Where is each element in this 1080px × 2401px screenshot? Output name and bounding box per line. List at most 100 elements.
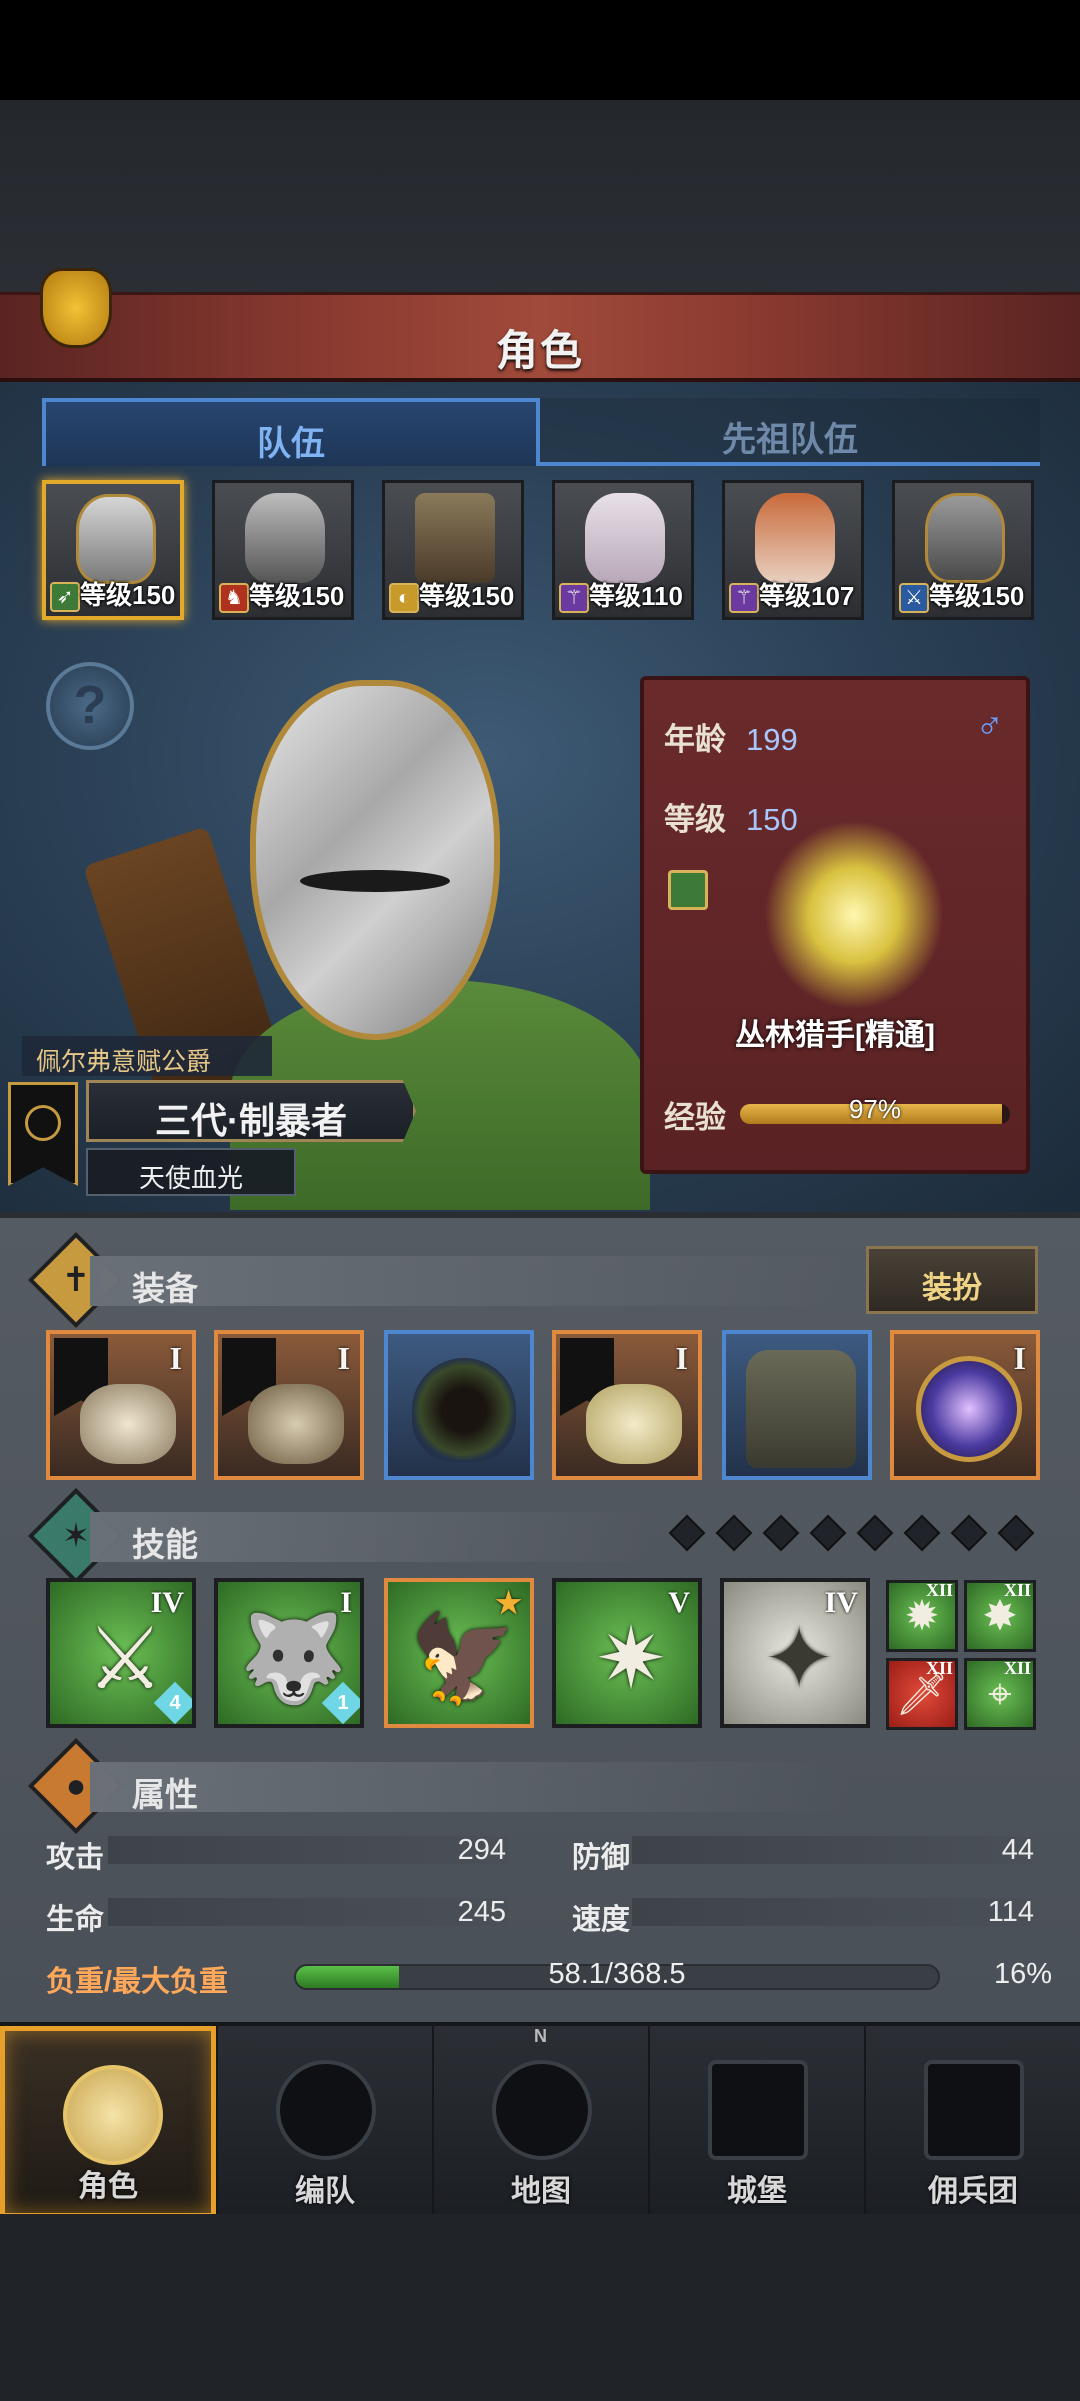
boots-item-icon <box>746 1350 856 1468</box>
formation-icon <box>276 2060 376 2160</box>
star-icon: ★ <box>495 1587 522 1620</box>
section-bar <box>90 1762 850 1812</box>
attributes-title: 属性 <box>132 1776 198 1813</box>
skill-slot-5[interactable]: ✦ IV <box>720 1578 870 1728</box>
load-label: 负重/最大负重 <box>46 1966 229 1998</box>
hero-subtitle: 天使血光 <box>86 1148 296 1196</box>
skill-point-pip <box>856 1514 894 1552</box>
passive-skill-4[interactable]: ⌖ XII <box>964 1658 1036 1730</box>
compass-map-icon <box>492 2060 592 2160</box>
orb-item-icon <box>916 1356 1022 1462</box>
roster-portrait-6[interactable]: ⚔ 等级150 <box>892 480 1034 620</box>
emblem-icon <box>25 1105 61 1141</box>
hood-item-icon <box>412 1358 516 1462</box>
tab-ancestor-team[interactable]: 先祖队伍 <box>540 398 1040 466</box>
section-bar <box>90 1256 850 1306</box>
skill-points-indicator <box>660 1514 1040 1554</box>
bottom-background <box>0 2214 1080 2401</box>
exp-percent: 97% <box>848 1094 902 1124</box>
equip-slot-helmet[interactable] <box>384 1330 534 1480</box>
skill-slot-2[interactable]: 🐺 I 1 <box>214 1578 364 1728</box>
helmet-visor <box>300 870 450 892</box>
armor-item-icon <box>586 1384 682 1464</box>
roster-portrait-3[interactable]: ◐ 等级150 <box>382 480 524 620</box>
skill-point-pip <box>715 1514 753 1552</box>
bow-class-icon <box>668 870 708 910</box>
crystal-burst-skill-icon: ✷ <box>594 1611 668 1707</box>
skill-slot-1[interactable]: ⚔ IV 4 <box>46 1578 196 1728</box>
defense-value: 44 <box>1001 1834 1034 1866</box>
level-value: 150 <box>746 802 798 837</box>
hat-warrior-portrait-icon <box>415 493 495 583</box>
equip-slot-accessory[interactable]: I <box>890 1330 1040 1480</box>
castle-icon <box>708 2060 808 2160</box>
potion-icon[interactable] <box>40 268 112 348</box>
horned-helmet-portrait-icon <box>925 493 1005 583</box>
skill-point-pip <box>997 1514 1035 1552</box>
equip-slot-boots[interactable] <box>722 1330 872 1480</box>
skill-gem-count: 4 <box>169 1692 181 1714</box>
elf-woman-portrait-icon <box>585 493 665 583</box>
speed-value: 114 <box>987 1896 1034 1928</box>
exp-label: 经验 <box>664 1100 726 1135</box>
passive-rank: XII <box>925 1580 953 1600</box>
equip-rank: I <box>675 1340 688 1376</box>
nav-formation[interactable]: 编队 <box>216 2026 432 2218</box>
passive-skill-3[interactable]: 🗡 XII <box>886 1658 958 1730</box>
equip-rank: I <box>169 1340 182 1376</box>
shield-class-icon: ◐ <box>389 583 419 613</box>
skill-rank: IV <box>824 1586 858 1619</box>
equipment-title: 装备 <box>132 1270 198 1307</box>
load-value: 58.1/368.5 <box>548 1958 686 1990</box>
roster-level: 等级150 <box>249 581 345 611</box>
helmet-art <box>250 680 500 1040</box>
roster-portrait-4[interactable]: ⚚ 等级110 <box>552 480 694 620</box>
nav-label: 地图 <box>511 2175 571 2208</box>
passive-skill-2[interactable]: ✸ XII <box>964 1580 1036 1652</box>
roster-strip: ➶ 等级150 ♞ 等级150 ◐ 等级150 ⚚ 等级110 ⚚ 等级107 … <box>42 480 1038 626</box>
nav-label: 城堡 <box>727 2175 787 2208</box>
tab-team[interactable]: 队伍 <box>42 398 540 466</box>
knight-helmet-portrait-icon <box>245 493 325 583</box>
nav-label: 编队 <box>295 2175 355 2208</box>
bottom-navigation: 角色 编队 N 地图 城堡 佣兵团 <box>0 2022 1080 2218</box>
passive-rank: XII <box>1003 1658 1031 1678</box>
equip-slot-weapon-2[interactable]: I <box>214 1330 364 1480</box>
equip-slot-armor[interactable]: I <box>552 1330 702 1480</box>
roster-level: 等级107 <box>759 581 855 611</box>
sword-class-icon: ⚔ <box>899 583 929 613</box>
nav-character[interactable]: 角色 <box>0 2026 216 2218</box>
skill-gem-badge: 4 <box>153 1681 192 1724</box>
equip-rank: I <box>1013 1340 1026 1376</box>
skill-point-pip <box>903 1514 941 1552</box>
knight-icon <box>63 2065 163 2165</box>
skill-gem-count: 1 <box>337 1692 349 1714</box>
passive-rank: XII <box>1003 1580 1031 1600</box>
dress-up-button[interactable]: 装扮 <box>866 1246 1038 1314</box>
nav-map[interactable]: N 地图 <box>432 2026 648 2218</box>
house-title: 佩尔弗意赋公爵 <box>22 1036 272 1076</box>
male-gender-icon: ♂ <box>975 704 1005 746</box>
passive-rank: XII <box>925 1658 953 1678</box>
compass-north-label: N <box>534 2026 547 2046</box>
roster-portrait-2[interactable]: ♞ 等级150 <box>212 480 354 620</box>
roster-level: 等级150 <box>929 581 1025 611</box>
skill-rank: I <box>340 1586 352 1619</box>
nav-castle[interactable]: 城堡 <box>648 2026 864 2218</box>
status-bar-area <box>0 0 1080 100</box>
nav-label: 佣兵团 <box>928 2175 1018 2208</box>
skill-point-pip <box>950 1514 988 1552</box>
attack-value: 294 <box>457 1834 506 1866</box>
nav-mercenary[interactable]: 佣兵团 <box>864 2026 1080 2218</box>
skill-slot-4[interactable]: ✷ V <box>552 1578 702 1728</box>
equip-slot-weapon-1[interactable]: I <box>46 1330 196 1480</box>
skill-point-pip <box>762 1514 800 1552</box>
page-title: 角色 <box>495 327 584 374</box>
passive-skill-1[interactable]: ✹ XII <box>886 1580 958 1652</box>
roster-portrait-5[interactable]: ⚚ 等级107 <box>722 480 864 620</box>
roster-portrait-1[interactable]: ➶ 等级150 <box>42 480 184 620</box>
equip-rank: I <box>337 1340 350 1376</box>
skill-slot-3[interactable]: 🦅 ★ <box>384 1578 534 1728</box>
level-row: 等级 150 <box>664 794 798 839</box>
skill-gem-badge: 1 <box>321 1681 360 1724</box>
